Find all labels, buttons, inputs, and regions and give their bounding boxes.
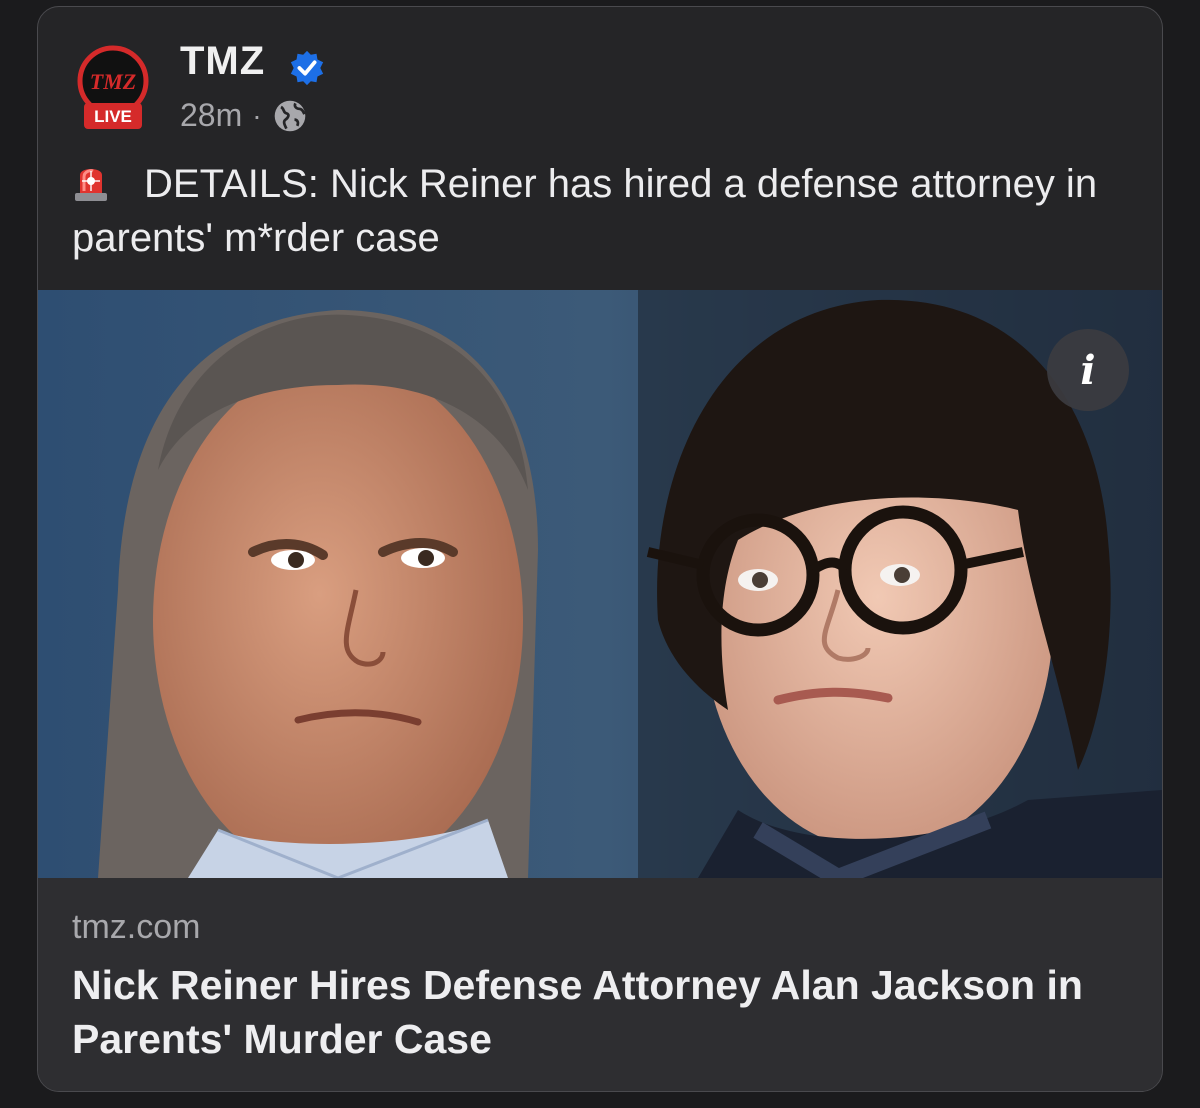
link-preview[interactable]: tmz.com Nick Reiner Hires Defense Attorn… <box>38 878 1162 1091</box>
info-button[interactable]: i <box>1047 329 1129 411</box>
meta-separator: · <box>252 99 262 131</box>
post-meta: 28m · <box>180 97 308 134</box>
verified-check-icon <box>290 50 324 86</box>
post-timestamp[interactable]: 28m <box>180 97 242 134</box>
svg-text:LIVE: LIVE <box>94 107 132 126</box>
photo-illustration <box>38 290 1162 878</box>
tmz-live-avatar[interactable]: TMZ LIVE <box>68 41 158 131</box>
post-card: TMZ LIVE TMZ 28m · DETAILS: Nick Reiner … <box>37 6 1163 1092</box>
globe-icon[interactable] <box>272 98 308 134</box>
svg-text:TMZ: TMZ <box>90 69 136 94</box>
post-image[interactable] <box>38 290 1162 878</box>
post-header: TMZ LIVE TMZ 28m · <box>38 7 1162 147</box>
link-domain: tmz.com <box>72 908 201 946</box>
siren-icon <box>75 169 107 201</box>
post-text-body: DETAILS: Nick Reiner has hired a defense… <box>72 162 1098 260</box>
post-text: DETAILS: Nick Reiner has hired a defense… <box>72 157 1132 265</box>
link-headline[interactable]: Nick Reiner Hires Defense Attorney Alan … <box>72 958 1142 1066</box>
page-name[interactable]: TMZ <box>180 39 265 84</box>
